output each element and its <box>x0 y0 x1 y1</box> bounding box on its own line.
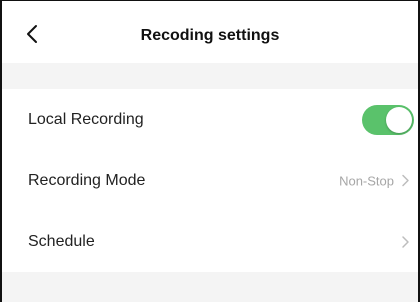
recording-mode-value: Non-Stop <box>339 173 394 188</box>
chevron-right-icon <box>400 235 410 249</box>
chevron-right-icon <box>400 174 410 188</box>
recording-mode-right: Non-Stop <box>339 173 410 188</box>
settings-list: Local Recording Recording Mode Non-Stop … <box>2 89 418 272</box>
recording-mode-row[interactable]: Recording Mode Non-Stop <box>2 150 418 211</box>
section-divider-bottom <box>2 272 418 302</box>
nav-header: Recoding settings <box>2 1 418 63</box>
screen: Recoding settings Local Recording Record… <box>0 0 420 302</box>
schedule-label: Schedule <box>28 232 95 250</box>
recording-mode-label: Recording Mode <box>28 171 146 189</box>
schedule-right <box>400 235 410 249</box>
toggle-knob <box>386 106 412 133</box>
local-recording-label: Local Recording <box>28 110 144 128</box>
schedule-row[interactable]: Schedule <box>2 211 418 272</box>
page-title: Recoding settings <box>140 27 280 44</box>
local-recording-row: Local Recording <box>2 89 418 150</box>
local-recording-toggle[interactable] <box>362 104 414 135</box>
section-divider <box>2 63 418 89</box>
